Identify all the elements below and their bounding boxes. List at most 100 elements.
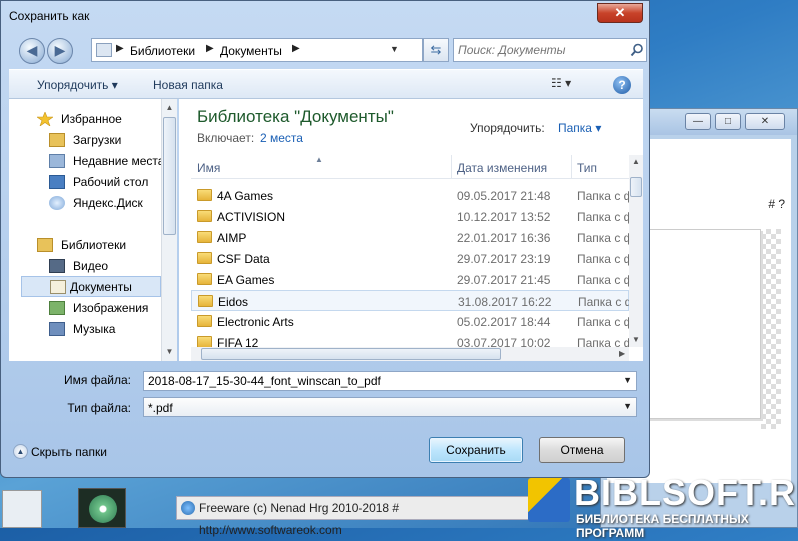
background-status-text: Freeware (c) Nenad Hrg 2010-2018 # http:… [199,501,400,537]
chevron-right-icon[interactable]: ▶ [116,43,124,54]
search-box[interactable] [453,38,647,62]
bg-minimize-button[interactable]: — [685,113,711,130]
save-form: Имя файла: ▼ Тип файла: *.pdf ▼ [9,363,643,423]
dialog-titlebar[interactable]: Сохранить как ✕ [1,1,649,29]
desktop-icon [49,175,65,189]
filename-input[interactable] [146,373,616,389]
cancel-button[interactable]: Отмена [539,437,625,463]
view-options-button[interactable]: ☷ ▾ [551,76,591,94]
music-icon [49,322,65,336]
file-row[interactable]: CSF Data 29.07.2017 23:19 Папка с ф [191,248,629,269]
bg-maximize-button[interactable]: □ [715,113,741,130]
filetype-select[interactable]: *.pdf ▼ [143,397,637,417]
file-list-pane: Библиотека "Документы" Включает: 2 места… [179,99,643,361]
bg-close-button[interactable]: ✕ [745,113,785,130]
chevron-down-icon[interactable]: ▼ [623,401,632,411]
file-row[interactable]: AIMP 22.01.2017 16:36 Папка с ф [191,227,629,248]
library-title: Библиотека "Документы" [197,107,394,126]
nav-pane-scroll-thumb[interactable] [163,117,176,235]
background-status-bar: Freeware (c) Nenad Hrg 2010-2018 # http:… [176,496,536,537]
navigation-bar: ◀ ▶ ▶ Библиотеки ▶ Документы ▶ ▼ ⇆ [9,35,647,65]
scroll-down-icon[interactable]: ▼ [163,345,176,359]
refresh-button[interactable]: ⇆ [423,38,449,62]
column-headers: ▲ Имя Дата изменения Тип [191,155,629,179]
background-preview-canvas [641,229,761,419]
command-toolbar: Упорядочить ▾ Новая папка ☷ ▾ ? [9,69,643,99]
scroll-up-icon[interactable]: ▲ [632,157,640,166]
documents-icon [50,280,66,294]
chevron-up-icon[interactable]: ▲ [13,444,28,459]
file-list-horizontal-scrollbar[interactable]: ▶ [191,347,629,361]
nav-item-documents[interactable]: Документы [21,276,161,297]
includes-label: Включает: [197,131,255,145]
desktop-file-icon[interactable] [2,490,42,528]
dialog-title: Сохранить как [9,9,90,23]
video-icon [49,259,65,273]
folder-icon [197,315,212,327]
arrange-by-label: Упорядочить: [470,121,545,135]
folder-icon [197,231,212,243]
sort-ascending-icon: ▲ [315,155,323,164]
scroll-up-icon[interactable]: ▲ [163,101,176,115]
forward-button[interactable]: ▶ [47,38,73,64]
folder-icon [197,273,212,285]
folder-icon [197,336,212,347]
column-type[interactable]: Тип [577,161,597,175]
file-row[interactable]: Eidos 31.08.2017 16:22 Папка с ф [191,290,630,311]
chevron-down-icon[interactable]: ▼ [623,375,632,385]
arrange-by-dropdown[interactable]: Папка ▾ [558,121,601,135]
filename-combobox[interactable]: ▼ [143,371,637,391]
includes-locations-link[interactable]: 2 места [260,131,303,145]
file-list-vertical-scrollbar[interactable]: ▲ ▼ [629,155,643,347]
app-globe-icon [181,501,195,515]
folder-icon [197,252,212,264]
column-date-modified[interactable]: Дата изменения [457,161,547,175]
watermark-subtitle: БИБЛИОТЕКА БЕСПЛАТНЫХ ПРОГРАММ [576,512,749,540]
file-row[interactable]: FIFA 12 03.07.2017 10:02 Папка с ф [191,332,629,347]
filetype-label: Тип файла: [67,401,131,415]
breadcrumb-documents[interactable]: Документы [220,44,282,58]
file-row[interactable]: ACTIVISION 10.12.2017 13:52 Папка с ф [191,206,629,227]
watermark-title: BIBLSOFT.RU [574,472,798,513]
libraries-icon [37,238,53,252]
pictures-icon [49,301,65,315]
folder-icon [197,189,212,201]
star-icon [37,112,53,126]
breadcrumb-libraries[interactable]: Библиотеки [130,44,195,58]
filetype-value: *.pdf [148,401,173,415]
downloads-folder-icon [49,133,65,147]
folder-icon [198,295,213,307]
search-icon[interactable] [630,43,644,57]
file-row[interactable]: 4A Games 09.05.2017 21:48 Папка с ф [191,185,629,206]
back-button[interactable]: ◀ [19,38,45,64]
file-row[interactable]: Electronic Arts 05.02.2017 18:44 Папка с… [191,311,629,332]
folder-icon [197,210,212,222]
scroll-right-icon[interactable]: ▶ [619,349,625,358]
watermark-logo-icon [528,478,570,522]
dialog-close-button[interactable]: ✕ [597,3,643,23]
save-button[interactable]: Сохранить [429,437,523,463]
address-dropdown-icon[interactable]: ▼ [390,44,399,54]
scroll-down-icon[interactable]: ▼ [632,335,640,344]
chevron-right-icon[interactable]: ▶ [206,43,214,54]
file-row[interactable]: EA Games 29.07.2017 21:45 Папка с ф [191,269,629,290]
recent-places-icon [49,154,65,168]
background-side-text: # ? [768,197,785,211]
watermark: BIBLSOFT.RU БИБЛИОТЕКА БЕСПЛАТНЫХ ПРОГРА… [528,472,798,540]
search-input[interactable] [456,41,624,59]
address-bar[interactable]: ▶ Библиотеки ▶ Документы ▶ ▼ [91,38,423,62]
desktop-disc-icon[interactable] [78,488,126,528]
hide-folders-label: Скрыть папки [31,445,107,459]
filename-label: Имя файла: [64,373,131,387]
column-name[interactable]: Имя [197,161,220,175]
nav-pane-scrollbar[interactable]: ▲ ▼ [161,99,177,361]
chevron-right-icon[interactable]: ▶ [292,43,300,54]
hide-folders-toggle[interactable]: ▲ Скрыть папки [13,444,107,459]
file-list-scroll-thumb[interactable] [630,177,642,197]
library-folder-icon [96,43,112,57]
save-as-dialog: Сохранить как ✕ ◀ ▶ ▶ Библиотеки ▶ Докум… [0,0,650,478]
help-button[interactable]: ? [613,76,631,94]
file-list-hscroll-thumb[interactable] [201,348,501,360]
new-folder-button[interactable]: Новая папка [153,78,223,92]
organize-button[interactable]: Упорядочить ▾ [37,78,118,92]
